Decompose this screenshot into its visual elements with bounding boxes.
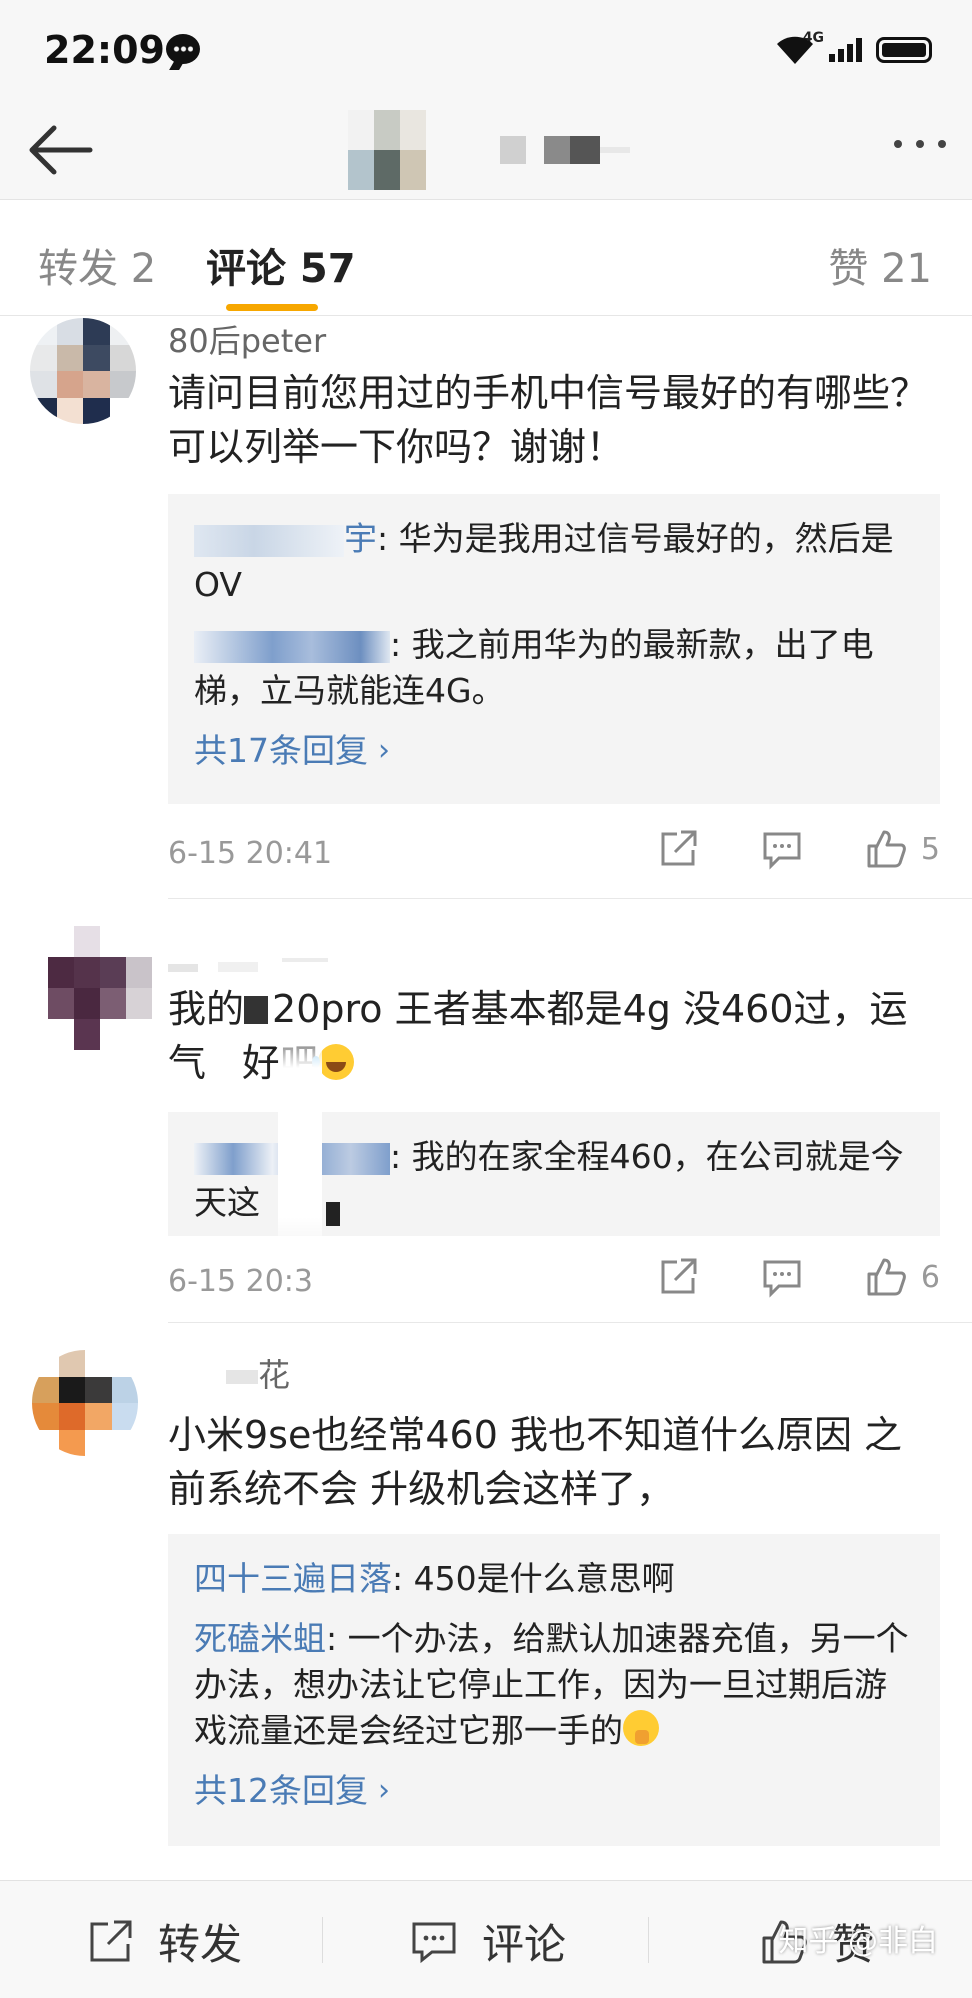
reply-username[interactable]: 四十三遍日落 (194, 1559, 392, 1598)
repost-label: 转发 (158, 1920, 243, 1969)
message-notification-icon (166, 34, 200, 64)
reply-item: 死磕米蛆: 一个办法，给默认加速器充值，另一个办法，想办法让它停止工作，因为一旦… (194, 1619, 909, 1750)
active-tab-indicator (226, 304, 318, 311)
wifi-icon (775, 34, 815, 66)
signal-icon (829, 38, 862, 62)
comment-icon (763, 832, 801, 870)
separator (322, 1917, 323, 1963)
comment-label: 评论 (482, 1920, 567, 1969)
reply-username[interactable] (194, 625, 390, 664)
reply-box[interactable]: 四十三遍日落: 450是什么意思啊 死磕米蛆: 一个办法，给默认加速器充值，另一… (168, 1534, 940, 1846)
like-comment-button[interactable]: 6 (865, 1256, 940, 1298)
thumbs-up-icon (867, 830, 906, 868)
like-count: 5 (920, 831, 940, 867)
share-comment-button[interactable] (657, 1256, 699, 1298)
more-options-icon[interactable] (894, 140, 946, 148)
share-icon (661, 830, 697, 866)
chevron-right-icon: › (378, 733, 390, 768)
more-replies-link[interactable]: 共17条回复 › (194, 728, 914, 774)
tab-repost[interactable]: 转发 2 (38, 236, 156, 294)
comment-icon (412, 1922, 456, 1963)
comment-username[interactable]: 花 (226, 1350, 290, 1396)
back-arrow-icon[interactable] (24, 122, 94, 178)
laughing-emoji-icon (312, 1044, 355, 1080)
battery-icon (876, 37, 932, 63)
share-icon (661, 1258, 697, 1294)
author-name-obscured[interactable] (500, 122, 630, 178)
shushing-emoji-icon (623, 1710, 659, 1746)
reply-comment-button[interactable] (761, 1256, 803, 1298)
comment-icon (763, 1260, 801, 1298)
avatar[interactable] (32, 1350, 138, 1456)
share-comment-button[interactable] (657, 828, 699, 870)
divider (168, 898, 972, 899)
reply-box[interactable]: 宇: 华为是我用过信号最好的，然后是OV : 我之前用华为的最新款，出了电梯，立… (168, 494, 940, 804)
reply-item: 宇: 华为是我用过信号最好的，然后是OV (194, 519, 894, 604)
status-time: 22:09 (44, 28, 165, 72)
like-comment-button[interactable]: 5 (865, 828, 940, 870)
avatar[interactable] (30, 318, 136, 424)
reply-item: 四十三遍日落: 450是什么意思啊 (194, 1559, 675, 1598)
separator (648, 1917, 649, 1963)
comment-text: 请问目前您用过的手机中信号最好的有哪些？可以列举一下你吗？谢谢！ (168, 371, 929, 469)
divider (168, 1322, 972, 1323)
watermark: 知乎 @非白 (778, 1924, 938, 1959)
redaction-overlay (278, 1022, 322, 1252)
reply-comment-button[interactable] (761, 828, 803, 870)
thumbs-up-icon (867, 1258, 906, 1296)
reply-username[interactable]: 死磕米蛆 (194, 1619, 326, 1658)
comment-timestamp: 6-15 20:41 (168, 836, 333, 871)
comment-username-obscured[interactable] (168, 950, 328, 986)
status-bar: 22:09 4G (0, 0, 972, 100)
reply-username[interactable]: 宇 (194, 519, 377, 558)
comment-text: 小米9se也经常460 我也不知道什么原因 之前系统不会 升级机会这样了， (168, 1413, 903, 1511)
avatar[interactable] (48, 926, 152, 1050)
author-avatar[interactable] (348, 110, 426, 190)
like-count: 6 (920, 1259, 940, 1295)
repost-button[interactable]: 转发 (86, 1911, 242, 1972)
comment-timestamp: 6-15 20:3 (168, 1264, 313, 1299)
tab-likes[interactable]: 赞 21 (828, 236, 932, 294)
share-icon (90, 1920, 132, 1961)
more-replies-link[interactable]: 共12条回复 › (194, 1768, 914, 1814)
tab-bar: 转发 2 评论 57 赞 21 (0, 200, 972, 316)
comment-username[interactable]: 80后peter (168, 316, 326, 362)
chevron-right-icon: › (378, 1773, 390, 1808)
redaction-mark (326, 1202, 340, 1226)
reply-item: : 我之前用华为的最新款，出了电梯，立马就能连4G。 (194, 625, 874, 710)
top-nav-bar (0, 100, 972, 200)
